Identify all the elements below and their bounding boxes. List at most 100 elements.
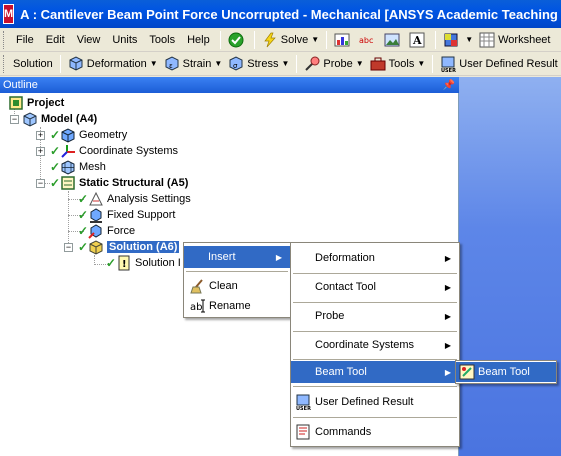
tree-item-static-structural[interactable]: ✓ Static Structural (A5) — [50, 175, 188, 191]
cube-palette-icon — [443, 32, 459, 48]
green-check-circle-icon — [228, 32, 244, 48]
chevron-down-icon: ▼ — [355, 59, 364, 68]
menu-label-commands: Commands — [315, 426, 372, 438]
commands-icon — [295, 424, 311, 440]
expand-coordinate-systems-button[interactable]: + — [36, 147, 45, 156]
green-check-icon: ✓ — [50, 176, 61, 190]
menu-item-rename[interactable]: ab Rename — [184, 296, 290, 316]
menu-label-clean: Clean — [209, 280, 238, 292]
user-result-icon: USER — [440, 56, 456, 74]
tree-label-mesh: Mesh — [79, 161, 106, 173]
spelling-button[interactable]: abc — [356, 30, 381, 50]
mechanical-app-icon[interactable]: M — [3, 4, 15, 24]
menu-tools[interactable]: Tools — [143, 30, 181, 50]
tree-item-solution-information[interactable]: ✓ ! Solution I — [106, 255, 181, 271]
stress-dropdown[interactable]: σ Stress ▼ — [225, 54, 292, 74]
lightning-icon — [262, 32, 278, 48]
green-check-icon: ✓ — [78, 224, 89, 238]
menu-item-beam-tool-insert[interactable]: Beam Tool — [456, 362, 556, 382]
beam-tool-icon — [459, 364, 475, 380]
show-vertices-button[interactable]: ▼ — [440, 30, 476, 50]
tree-item-geometry[interactable]: ✓ Geometry — [50, 127, 127, 143]
collapse-static-structural-button[interactable]: − — [36, 179, 45, 188]
toolbar-separator — [435, 30, 437, 49]
text-a-icon: A — [409, 32, 425, 48]
tree-item-coordinate-systems[interactable]: ✓ Coordinate Systems — [50, 143, 178, 159]
toolbox-icon — [370, 56, 386, 72]
menu-file[interactable]: File — [10, 30, 40, 50]
tree-item-solution[interactable]: ✓ Solution (A6) — [78, 239, 180, 255]
menu-label-beam-tool-insert: Beam Tool — [478, 366, 530, 378]
tree-label-solution: Solution (A6) — [107, 241, 180, 253]
menu-item-probe[interactable]: Probe ▶ — [291, 303, 459, 329]
deformation-dropdown[interactable]: Deformation ▼ — [65, 54, 161, 74]
menu-item-insert[interactable]: Insert ▶ — [184, 246, 290, 268]
green-check-icon: ✓ — [50, 160, 61, 174]
submenu-arrow-icon: ▶ — [444, 253, 451, 263]
menu-item-commands[interactable]: Commands — [291, 419, 459, 445]
svg-text:σ: σ — [233, 62, 238, 70]
static-structural-icon — [60, 175, 76, 191]
solution-context-menu: Insert ▶ Clean ab Rename — [183, 242, 291, 318]
tree-label-solution-information: Solution I — [135, 257, 181, 269]
menu-label-insert: Insert — [208, 251, 236, 263]
stress-icon: σ — [228, 55, 244, 72]
expand-geometry-button[interactable]: + — [36, 131, 45, 140]
tree-item-project[interactable]: Project — [8, 95, 64, 111]
tree-label-force: Force — [107, 225, 136, 237]
tree-item-model[interactable]: Model (A4) — [22, 111, 97, 127]
menu-item-beam-tool[interactable]: Beam Tool ▶ — [291, 361, 459, 383]
svg-text:USER: USER — [441, 68, 456, 72]
worksheet-button[interactable]: Worksheet — [476, 30, 553, 50]
menu-edit[interactable]: Edit — [40, 30, 71, 50]
tree-item-force[interactable]: ✓ Force — [78, 223, 135, 239]
menu-label-probe: Probe — [315, 310, 345, 322]
solution-context-label: Solution — [13, 57, 53, 70]
picture-icon — [384, 32, 400, 48]
menu-label-user-defined-result: User Defined Result — [315, 396, 414, 408]
toolbar-grip[interactable] — [3, 30, 6, 49]
axes-icon — [60, 143, 76, 159]
collapse-model-button[interactable]: − — [10, 115, 19, 124]
title-bar: M A : Cantilever Beam Point Force Uncorr… — [0, 0, 561, 28]
menu-help[interactable]: Help — [181, 30, 216, 50]
svg-text:abc: abc — [359, 36, 373, 45]
beam-tool-submenu: Beam Tool — [455, 360, 557, 384]
tree-item-analysis-settings[interactable]: ✓ Analysis Settings — [78, 191, 191, 207]
graphics-viewport[interactable] — [459, 77, 561, 456]
stress-label: Stress — [247, 57, 279, 70]
tree-item-fixed-support[interactable]: ✓ Fixed Support — [78, 207, 175, 223]
menu-view[interactable]: View — [71, 30, 107, 50]
chevron-down-icon: ▼ — [311, 35, 320, 44]
solve-button[interactable]: Solve ▼ — [259, 30, 322, 50]
probe-dropdown[interactable]: Probe ▼ — [301, 54, 366, 74]
tree-label-model: Model (A4) — [41, 113, 98, 125]
mesh-icon — [60, 159, 76, 175]
tree-label-fixed-support: Fixed Support — [107, 209, 176, 221]
section-plane-button[interactable] — [331, 30, 356, 50]
deformation-icon — [68, 55, 84, 72]
text-button[interactable]: A — [406, 30, 431, 50]
worksheet-label: Worksheet — [498, 33, 551, 46]
user-defined-result-button[interactable]: USER User Defined Result — [437, 54, 560, 74]
image-button[interactable] — [381, 30, 406, 50]
toolbar-separator — [296, 54, 298, 73]
menu-units[interactable]: Units — [106, 30, 143, 50]
strain-dropdown[interactable]: ε Strain ▼ — [161, 54, 226, 74]
tools-dropdown[interactable]: Tools ▼ — [367, 54, 429, 74]
menu-item-contact-tool[interactable]: Contact Tool ▶ — [291, 274, 459, 300]
tree-label-project: Project — [27, 97, 65, 109]
toolbar-grip[interactable] — [3, 54, 6, 73]
tree-item-mesh[interactable]: ✓ Mesh — [50, 159, 106, 175]
pin-icon[interactable]: 📌 — [443, 80, 455, 91]
solution-information-icon: ! — [116, 255, 132, 271]
toolbar-separator — [59, 54, 61, 73]
menu-item-deformation[interactable]: Deformation ▶ — [291, 245, 459, 271]
svg-text:!: ! — [122, 259, 127, 270]
menu-item-clean[interactable]: Clean — [184, 276, 290, 296]
collapse-solution-button[interactable]: − — [64, 243, 73, 252]
menu-item-user-defined-result[interactable]: USER User Defined Result — [291, 389, 459, 415]
menu-item-coordinate-systems[interactable]: Coordinate Systems ▶ — [291, 332, 459, 358]
model-cube-icon — [22, 111, 38, 127]
check-geometry-button[interactable] — [225, 30, 250, 50]
